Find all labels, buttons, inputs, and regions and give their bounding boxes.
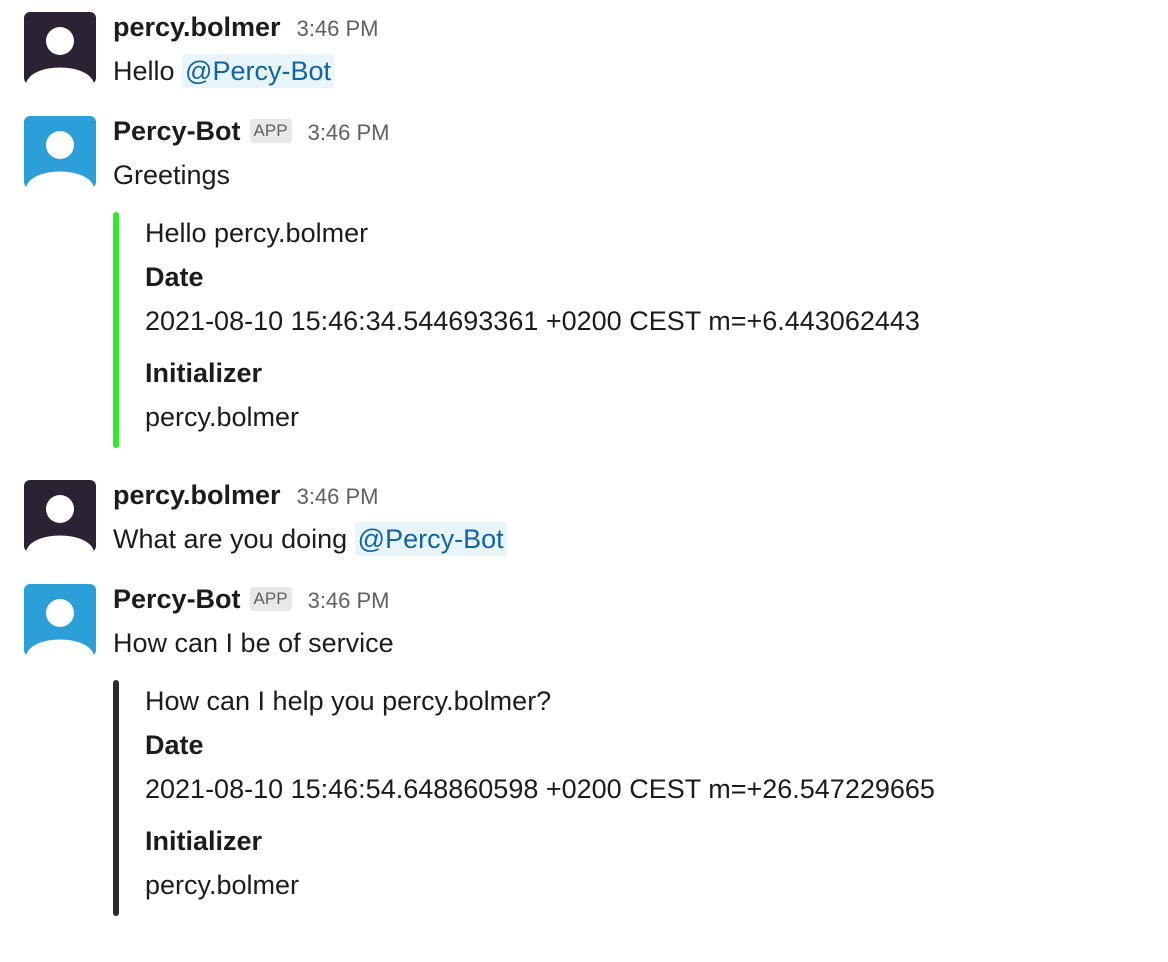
message-text-plain: Hello	[113, 56, 183, 86]
message-attachment: Hello percy.bolmer Date 2021-08-10 15:46…	[113, 212, 1113, 448]
user-avatar-icon[interactable]	[24, 480, 96, 552]
field-label-initializer: Initializer	[145, 358, 263, 388]
timestamp[interactable]: 3:46 PM	[297, 16, 379, 42]
message-header: Percy-Bot APP 3:46 PM	[113, 584, 390, 618]
message-text: Greetings	[113, 158, 230, 192]
field-label-initializer: Initializer	[145, 826, 263, 856]
field-value-date: 2021-08-10 15:46:34.544693361 +0200 CEST…	[145, 306, 920, 336]
bot-avatar-icon[interactable]	[24, 116, 96, 188]
message-text: How can I be of service	[113, 626, 394, 660]
bot-avatar-icon[interactable]	[24, 584, 96, 656]
message-text-plain: How can I be of service	[113, 628, 394, 658]
message-attachment: How can I help you percy.bolmer? Date 20…	[113, 680, 1113, 916]
attachment-title: Hello percy.bolmer	[145, 218, 369, 248]
message-header: Percy-Bot APP 3:46 PM	[113, 116, 390, 150]
user-mention[interactable]: @Percy-Bot	[354, 522, 507, 556]
author-name[interactable]: percy.bolmer	[113, 12, 281, 43]
timestamp[interactable]: 3:46 PM	[308, 588, 390, 614]
message-header: percy.bolmer 3:46 PM	[113, 480, 379, 514]
app-badge: APP	[249, 119, 292, 143]
author-name[interactable]: percy.bolmer	[113, 480, 281, 511]
field-label-date: Date	[145, 262, 204, 292]
timestamp[interactable]: 3:46 PM	[308, 120, 390, 146]
author-name[interactable]: Percy-Bot	[113, 116, 241, 147]
message-header: percy.bolmer 3:46 PM	[113, 12, 379, 46]
message-text-plain: What are you doing	[113, 524, 355, 554]
message-text: Hello @Percy-Bot	[113, 54, 334, 88]
message-text: What are you doing @Percy-Bot	[113, 522, 507, 556]
attachment-color-bar	[113, 680, 119, 916]
field-value-date: 2021-08-10 15:46:54.648860598 +0200 CEST…	[145, 774, 935, 804]
field-value-initializer: percy.bolmer	[145, 402, 300, 432]
app-badge: APP	[249, 587, 292, 611]
attachment-title: How can I help you percy.bolmer?	[145, 686, 552, 716]
user-avatar-icon[interactable]	[24, 12, 96, 84]
message-text-plain: Greetings	[113, 160, 231, 190]
timestamp[interactable]: 3:46 PM	[297, 484, 379, 510]
field-value-initializer: percy.bolmer	[145, 870, 300, 900]
user-mention[interactable]: @Percy-Bot	[182, 54, 334, 88]
field-label-date: Date	[145, 730, 204, 760]
author-name[interactable]: Percy-Bot	[113, 584, 241, 615]
attachment-color-bar	[113, 212, 119, 448]
